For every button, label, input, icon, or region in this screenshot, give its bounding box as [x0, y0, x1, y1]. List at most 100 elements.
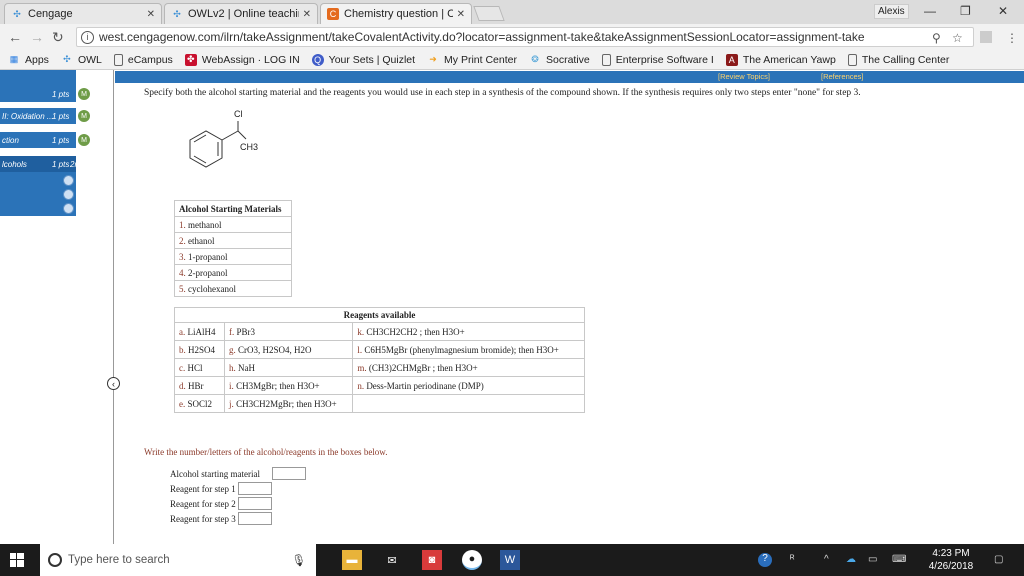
part-status-icon[interactable] — [63, 175, 74, 186]
sidebar-item-4[interactable]: lcohols 1 pts 2req — [0, 156, 86, 172]
alcohol-starting-material-input[interactable] — [272, 467, 306, 480]
bookmark-socrative[interactable]: ❂ Socrative — [529, 54, 590, 66]
bookmark-american-yawp[interactable]: A The American Yawp — [725, 53, 836, 66]
file-explorer-icon[interactable]: ▬ — [342, 550, 362, 570]
info-icon[interactable]: i — [81, 30, 94, 44]
chegg-icon: C — [327, 8, 339, 20]
sidebar-item-2[interactable]: II: Oxidation ... 1 pts — [0, 108, 76, 124]
chlorine-label: Cl — [234, 109, 243, 119]
bookmark-star-icon[interactable]: ☆ — [952, 31, 963, 45]
target-molecule-structure: Cl CH3 — [189, 109, 258, 168]
reagents-table: Reagents available a. LiAlH4 f. PBr3 k. … — [173, 307, 585, 413]
collapse-sidebar-icon[interactable]: ‹ — [107, 377, 120, 390]
step3-answer-row: Reagent for step 3 — [170, 511, 272, 526]
menu-icon[interactable]: ⋮ — [1006, 31, 1018, 45]
windows-taskbar: Type here to search 🎙 ▬ ✉ ◙ ● W ? ᴿ ^ ☁ … — [0, 544, 1024, 576]
yawp-icon: A — [725, 53, 738, 66]
socrative-icon: ❂ — [531, 54, 539, 64]
chrome-icon[interactable]: ● — [462, 550, 482, 570]
keyboard-icon[interactable]: ⌨ — [892, 554, 906, 565]
tab-cengage[interactable]: ✣ Cengage ✕ — [4, 3, 162, 24]
sidebar-parts — [0, 172, 76, 216]
mail-icon[interactable]: ✉ — [382, 550, 402, 570]
bookmark-owl[interactable]: ✣ OWL — [61, 54, 102, 66]
close-icon[interactable]: ✕ — [457, 9, 465, 20]
people-icon[interactable]: ᴿ — [790, 554, 795, 565]
owl-icon: ✣ — [63, 54, 71, 64]
bookmark-apps[interactable]: ▦ Apps — [8, 54, 49, 66]
page-icon — [113, 53, 123, 66]
table-row: c. HCl h. NaH m. (CH3)2CHMgBr ; then H3O… — [173, 358, 585, 377]
part-status-icon[interactable] — [63, 203, 74, 214]
references-link[interactable]: [References] — [821, 72, 864, 81]
review-topics-link[interactable]: [Review Topics] — [718, 72, 770, 81]
table-row: a. LiAlH4 f. PBr3 k. CH3CH2CH2 ; then H3… — [173, 322, 585, 341]
table-row: 3. 1-propanol — [174, 248, 292, 265]
step2-answer-row: Reagent for step 2 — [170, 496, 272, 511]
help-icon[interactable]: ? — [758, 553, 772, 567]
minimize-icon[interactable]: — — [924, 4, 936, 18]
step2-reagent-input[interactable] — [237, 497, 272, 510]
extension-icon[interactable] — [980, 31, 992, 43]
browser-toolbar: ← → ↻ i west.cengagenow.com/ilrn/takeAss… — [0, 24, 1024, 50]
taskbar-search-input[interactable]: Type here to search 🎙 — [40, 544, 316, 576]
restore-icon[interactable]: ❐ — [960, 4, 971, 18]
question-header-bar: [Review Topics] [References] — [115, 71, 1024, 83]
step3-reagent-input[interactable] — [237, 512, 272, 525]
alcohol-table-header: Alcohol Starting Materials — [174, 200, 292, 217]
zoom-icon[interactable]: ⚲ — [932, 31, 941, 45]
url-text: west.cengagenow.com/ilrn/takeAssignment/… — [99, 30, 865, 44]
reload-icon[interactable]: ↻ — [52, 29, 64, 46]
question-instruction: Specify both the alcohol starting materi… — [144, 88, 861, 98]
page-icon — [601, 53, 611, 66]
new-tab-button[interactable] — [473, 6, 505, 21]
show-hidden-icons[interactable]: ^ — [824, 554, 829, 565]
microphone-icon[interactable]: 🎙 — [291, 553, 306, 567]
profile-name[interactable]: Alexis — [874, 4, 909, 19]
part-status-icon[interactable] — [63, 189, 74, 200]
onedrive-icon[interactable]: ☁ — [846, 554, 856, 565]
bookmarks-bar: ▦ Apps ✣ OWL eCampus ✤ WebAssign · LOG IN Q… — [0, 50, 1024, 70]
table-row: b. H2SO4 g. CrO3, H2SO4, H2O l. C6H5MgBr… — [173, 340, 585, 359]
address-bar[interactable]: i west.cengagenow.com/ilrn/takeAssignmen… — [76, 27, 974, 47]
cortana-icon — [48, 553, 62, 567]
word-icon[interactable]: W — [500, 550, 520, 570]
close-icon[interactable]: ✕ — [303, 9, 311, 20]
sidebar-item-1[interactable]: 1 pts — [0, 86, 76, 102]
table-row: 1. methanol — [174, 216, 292, 233]
close-icon[interactable]: ✕ — [147, 9, 155, 20]
alcohol-answer-row: Alcohol starting material — [170, 468, 260, 479]
reagents-table-header: Reagents available — [174, 307, 585, 323]
taskbar-clock[interactable]: 4:23 PM 4/26/2018 — [918, 547, 984, 573]
step1-reagent-input[interactable] — [237, 482, 272, 495]
bookmark-webassign[interactable]: ✤ WebAssign · LOG IN — [184, 53, 300, 66]
store-icon[interactable]: ◙ — [422, 550, 442, 570]
print-center-icon: ➜ — [429, 54, 437, 64]
answer-form: Alcohol starting material Reagent for st… — [170, 466, 272, 526]
apps-grid-icon: ▦ — [9, 54, 19, 64]
table-row: e. SOCl2 j. CH3CH2MgBr; then H3O+ — [173, 394, 585, 413]
owl-icon: ✣ — [173, 8, 181, 19]
network-icon[interactable]: ▭ — [868, 554, 877, 565]
bookmark-enterprise[interactable]: Enterprise Software I — [601, 53, 714, 66]
alcohol-starting-materials-table: Alcohol Starting Materials 1. methanol 2… — [174, 200, 292, 297]
bookmark-print-center[interactable]: ➜ My Print Center — [427, 54, 517, 66]
table-row: 5. cyclohexanol — [174, 280, 292, 297]
quizlet-icon: Q — [311, 53, 324, 66]
sidebar-top — [0, 70, 76, 86]
tab-owl[interactable]: ✣ OWLv2 | Online teaching ✕ — [164, 3, 318, 24]
window-close-icon[interactable]: ✕ — [998, 4, 1008, 18]
bookmark-quizlet[interactable]: Q Your Sets | Quizlet — [311, 53, 415, 66]
bookmark-ecampus[interactable]: eCampus — [113, 53, 173, 66]
bookmark-calling-center[interactable]: The Calling Center — [847, 53, 949, 66]
notifications-icon[interactable]: ▢ — [994, 554, 1003, 565]
back-icon[interactable]: ← — [8, 29, 22, 45]
answer-prompt: Write the number/letters of the alcohol/… — [144, 447, 388, 457]
sidebar-item-3[interactable]: ction 1 pts — [0, 132, 76, 148]
divider — [113, 70, 114, 544]
mastery-badge: M — [78, 88, 90, 100]
forward-icon[interactable]: → — [30, 29, 44, 45]
table-row: d. HBr i. CH3MgBr; then H3O+ n. Dess-Mar… — [173, 376, 585, 395]
windows-start-icon[interactable] — [10, 553, 24, 567]
tab-chegg[interactable]: C Chemistry question | Che ✕ — [320, 3, 472, 24]
